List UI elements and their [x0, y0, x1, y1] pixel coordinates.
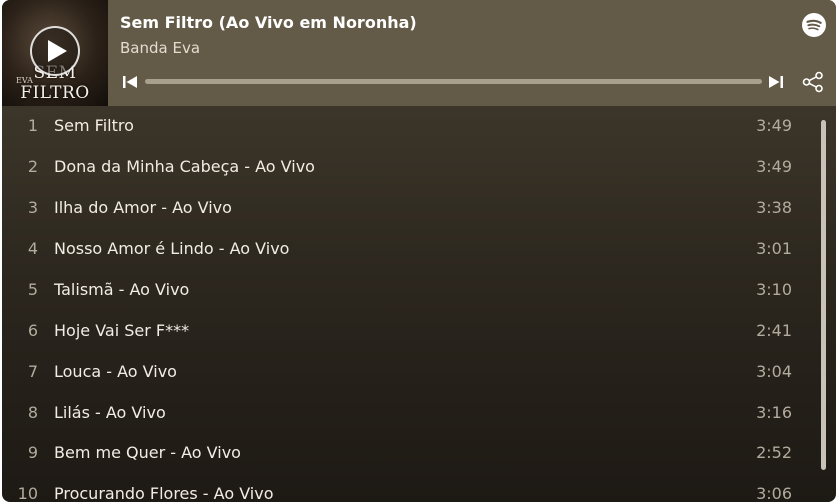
scrollbar[interactable]	[821, 120, 826, 470]
track-duration: 2:41	[756, 321, 792, 340]
track-title: Bem me Quer - Ao Vivo	[54, 443, 241, 462]
track-number: 7	[27, 362, 38, 381]
player-header: EVA SEM FILTRO Sem Filtro (Ao Vivo em No…	[2, 0, 836, 106]
track-number: 9	[27, 443, 38, 462]
share-icon	[802, 71, 823, 93]
track-row[interactable]: 2 Dona da Minha Cabeça - Ao Vivo 3:49	[2, 147, 836, 188]
share-button[interactable]	[802, 71, 824, 97]
track-number: 6	[27, 321, 38, 340]
track-row[interactable]: 9 Bem me Quer - Ao Vivo 2:52	[2, 433, 836, 474]
artist-name[interactable]: Banda Eva	[120, 39, 200, 57]
track-row[interactable]: 4 Nosso Amor é Lindo - Ao Vivo 3:01	[2, 229, 836, 270]
track-title: Hoje Vai Ser F***	[54, 321, 190, 340]
track-row[interactable]: 6 Hoje Vai Ser F*** 2:41	[2, 311, 836, 352]
track-duration: 3:04	[756, 362, 792, 381]
album-cover[interactable]: EVA SEM FILTRO	[2, 0, 108, 106]
track-title: Sem Filtro	[54, 116, 134, 135]
play-icon	[48, 40, 67, 62]
track-row[interactable]: 1 Sem Filtro 3:49	[2, 106, 836, 147]
previous-button[interactable]	[122, 74, 138, 94]
track-list: 1 Sem Filtro 3:49 2 Dona da Minha Cabeça…	[2, 106, 836, 502]
track-title: Lilás - Ao Vivo	[54, 403, 166, 422]
track-duration: 3:38	[756, 198, 792, 217]
track-number: 10	[17, 484, 38, 502]
track-row[interactable]: 5 Talismã - Ao Vivo 3:10	[2, 270, 836, 311]
track-title: Ilha do Amor - Ao Vivo	[54, 198, 232, 217]
next-button[interactable]	[768, 74, 784, 94]
progress-bar[interactable]	[145, 79, 762, 84]
spotify-embed-player: EVA SEM FILTRO Sem Filtro (Ao Vivo em No…	[2, 0, 836, 502]
track-duration: 3:49	[756, 157, 792, 176]
track-row[interactable]: 7 Louca - Ao Vivo 3:04	[2, 352, 836, 393]
track-row[interactable]: 8 Lilás - Ao Vivo 3:16	[2, 393, 836, 434]
track-duration: 2:52	[756, 443, 792, 462]
track-number: 4	[27, 239, 38, 258]
track-number: 1	[27, 116, 38, 135]
track-number: 5	[27, 280, 38, 299]
track-title: Dona da Minha Cabeça - Ao Vivo	[54, 157, 315, 176]
track-row[interactable]: 10 Procurando Flores - Ao Vivo 3:06	[2, 474, 836, 502]
track-number: 8	[27, 403, 38, 422]
skip-next-icon	[769, 76, 783, 88]
play-button[interactable]	[30, 26, 80, 76]
track-number: 2	[27, 157, 38, 176]
spotify-icon[interactable]	[802, 13, 826, 41]
track-row[interactable]: 3 Ilha do Amor - Ao Vivo 3:38	[2, 188, 836, 229]
track-title: Nosso Amor é Lindo - Ao Vivo	[54, 239, 290, 258]
track-duration: 3:49	[756, 116, 792, 135]
track-duration: 3:16	[756, 403, 792, 422]
track-duration: 3:01	[756, 239, 792, 258]
track-title: Talismã - Ao Vivo	[54, 280, 190, 299]
album-title[interactable]: Sem Filtro (Ao Vivo em Noronha)	[120, 13, 417, 32]
track-duration: 3:06	[756, 484, 792, 502]
track-title: Procurando Flores - Ao Vivo	[54, 484, 274, 502]
track-title: Louca - Ao Vivo	[54, 362, 177, 381]
skip-previous-icon	[123, 76, 137, 88]
track-duration: 3:10	[756, 280, 792, 299]
track-number: 3	[27, 198, 38, 217]
